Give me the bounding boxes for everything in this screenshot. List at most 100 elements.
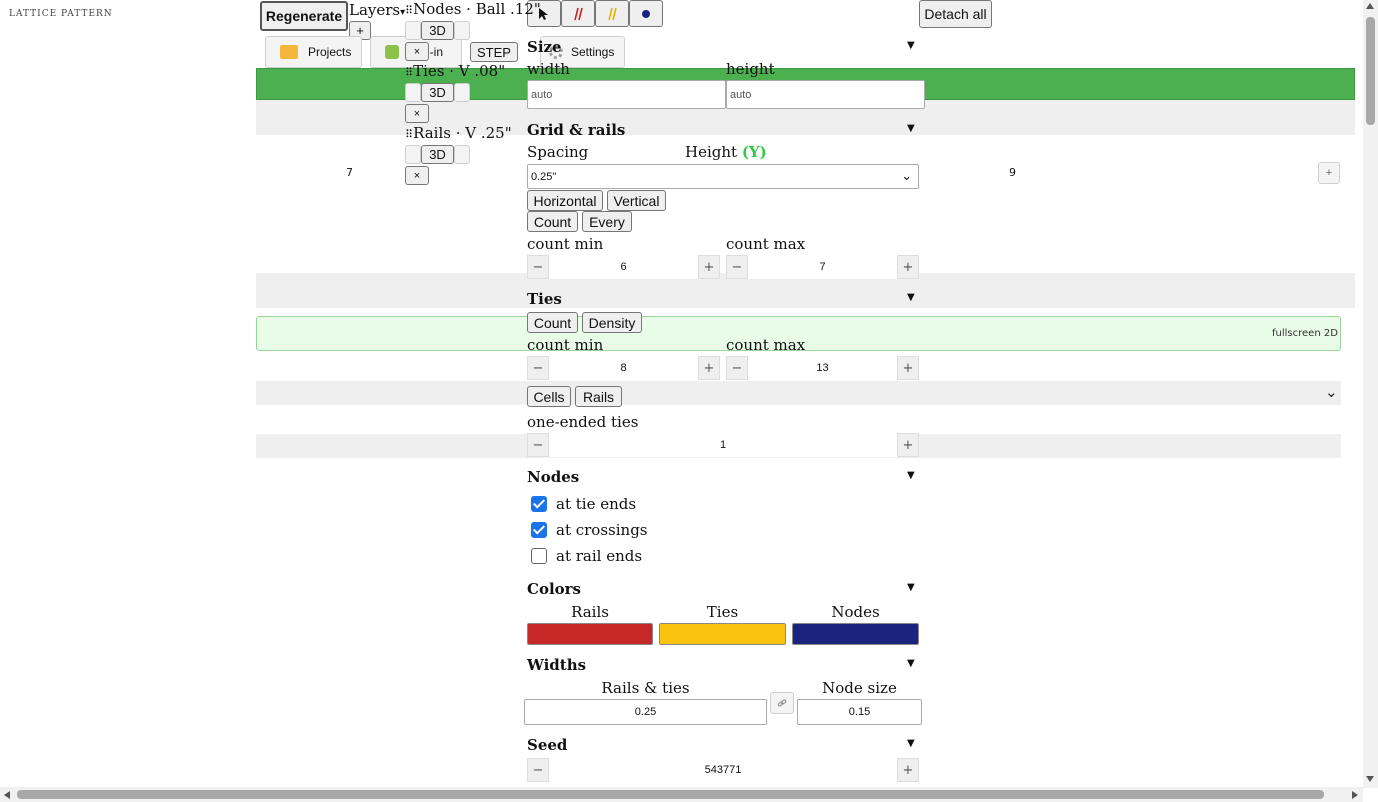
tie-tool-button[interactable]: [595, 0, 629, 27]
stepper-value[interactable]: 6: [549, 255, 698, 279]
at-tie-ends-label[interactable]: at tie ends: [556, 495, 636, 513]
projects-button[interactable]: Projects: [265, 36, 362, 68]
rails-count-max-stepper[interactable]: − 7 +: [726, 255, 919, 279]
size-section-title[interactable]: Size: [527, 38, 562, 56]
height-input[interactable]: auto: [726, 80, 925, 109]
cells-button[interactable]: Cells: [527, 386, 571, 407]
seed-collapse-icon[interactable]: ▼: [907, 738, 915, 749]
step-button[interactable]: STEP: [470, 42, 518, 62]
vertical-button[interactable]: Vertical: [607, 190, 666, 211]
layer-3d-button[interactable]: 3D: [421, 21, 454, 40]
view-select-chevron[interactable]: ⌄: [1325, 383, 1338, 401]
ties-count-button[interactable]: Count: [527, 312, 578, 333]
vertical-scrollbar[interactable]: [1363, 0, 1378, 788]
spacing-select[interactable]: 0.25" ⌄: [527, 164, 919, 189]
scroll-down-arrow[interactable]: [1366, 776, 1374, 782]
grid-collapse-icon[interactable]: ▼: [907, 123, 915, 134]
increment-button[interactable]: +: [698, 356, 720, 380]
at-crossings-checkbox[interactable]: [531, 522, 547, 538]
grid-section-title[interactable]: Grid & rails: [527, 121, 625, 139]
nodes-color-swatch[interactable]: [792, 623, 919, 645]
at-tie-ends-checkbox[interactable]: [531, 496, 547, 512]
layer-item-ties[interactable]: ⠿Ties · V .08": [405, 62, 505, 80]
decrement-button[interactable]: −: [726, 255, 748, 279]
rail-tool-button[interactable]: [561, 0, 595, 27]
decrement-button[interactable]: −: [527, 758, 549, 782]
rails-button[interactable]: Rails: [575, 386, 622, 407]
increment-button[interactable]: +: [897, 758, 919, 782]
vertical-scroll-thumb[interactable]: [1366, 17, 1375, 125]
colors-collapse-icon[interactable]: ▼: [907, 582, 915, 593]
ties-section-title[interactable]: Ties: [527, 290, 562, 308]
node-tool-button[interactable]: [629, 0, 663, 27]
rails-count-min-stepper[interactable]: − 6 +: [527, 255, 720, 279]
ties-density-button[interactable]: Density: [582, 312, 642, 333]
stepper-value[interactable]: 8: [549, 356, 698, 380]
horizontal-scrollbar[interactable]: [0, 787, 1363, 802]
ties-count-max-stepper[interactable]: − 13 +: [726, 356, 919, 380]
layer-visibility-toggle[interactable]: [405, 83, 421, 102]
layer-item-nodes[interactable]: ⠿Nodes · Ball .12": [405, 0, 541, 18]
rails-ties-width-input[interactable]: 0.25: [524, 699, 767, 725]
widths-section-title[interactable]: Widths: [527, 656, 586, 674]
drag-handle-icon[interactable]: ⠿: [405, 4, 413, 17]
increment-button[interactable]: +: [897, 433, 919, 457]
layers-menu[interactable]: Layers▾: [349, 1, 405, 19]
increment-button[interactable]: +: [698, 255, 720, 279]
nodes-collapse-icon[interactable]: ▼: [907, 470, 915, 481]
stepper-value[interactable]: 7: [748, 255, 897, 279]
count-mode-button[interactable]: Count: [527, 211, 578, 232]
layer-name: Nodes · Ball .12": [413, 0, 541, 18]
every-mode-button[interactable]: Every: [582, 211, 632, 232]
horizontal-scroll-thumb[interactable]: [17, 790, 1324, 799]
scroll-right-arrow[interactable]: [1352, 791, 1358, 799]
horizontal-button[interactable]: Horizontal: [527, 190, 603, 211]
decrement-button[interactable]: −: [527, 255, 549, 279]
layer-remove-button[interactable]: ×: [405, 166, 429, 185]
at-crossings-label[interactable]: at crossings: [556, 521, 648, 539]
height-label: height: [726, 60, 775, 78]
fullscreen-2d-button[interactable]: fullscreen 2D: [1272, 328, 1338, 339]
ties-count-min-stepper[interactable]: − 8 +: [527, 356, 720, 380]
size-collapse-icon[interactable]: ▼: [907, 40, 915, 51]
width-input[interactable]: auto: [527, 80, 726, 109]
drag-handle-icon[interactable]: ⠿: [405, 66, 413, 79]
layer-visibility-toggle[interactable]: [405, 21, 421, 40]
layer-lock-toggle[interactable]: [454, 145, 470, 164]
scroll-up-arrow[interactable]: [1366, 3, 1374, 9]
colors-section-title[interactable]: Colors: [527, 580, 581, 598]
seed-section-title[interactable]: Seed: [527, 736, 567, 754]
scroll-left-arrow[interactable]: [4, 791, 10, 799]
ties-color-swatch[interactable]: [659, 623, 786, 645]
layer-item-rails[interactable]: ⠿Rails · V .25": [405, 124, 512, 142]
at-rail-ends-checkbox[interactable]: [531, 548, 547, 564]
decrement-button[interactable]: −: [527, 433, 549, 457]
layer-remove-button[interactable]: ×: [405, 104, 429, 123]
layer-visibility-toggle[interactable]: [405, 145, 421, 164]
stepper-value[interactable]: 13: [748, 356, 897, 380]
drag-handle-icon[interactable]: ⠿: [405, 128, 413, 141]
detach-all-button[interactable]: Detach all: [919, 0, 992, 28]
decrement-button[interactable]: −: [527, 356, 549, 380]
decrement-button[interactable]: −: [726, 356, 748, 380]
increment-button[interactable]: +: [897, 356, 919, 380]
layer-3d-button[interactable]: 3D: [421, 145, 454, 164]
layer-3d-button[interactable]: 3D: [421, 83, 454, 102]
layer-lock-toggle[interactable]: [454, 21, 470, 40]
at-rail-ends-label[interactable]: at rail ends: [556, 547, 642, 565]
stepper-value[interactable]: 543771: [549, 758, 897, 782]
layer-lock-toggle[interactable]: [454, 83, 470, 102]
link-widths-button[interactable]: [770, 692, 794, 714]
node-size-input[interactable]: 0.15: [797, 699, 922, 725]
one-ended-ties-stepper[interactable]: − 1 +: [527, 433, 919, 457]
ties-collapse-icon[interactable]: ▼: [907, 292, 915, 303]
seed-stepper[interactable]: − 543771 +: [527, 758, 919, 782]
rails-color-swatch[interactable]: [527, 623, 653, 645]
widths-collapse-icon[interactable]: ▼: [907, 658, 915, 669]
canvas-right-plus-button[interactable]: +: [1318, 162, 1340, 184]
stepper-value[interactable]: 1: [549, 433, 897, 457]
layer-remove-button[interactable]: ×: [405, 42, 429, 61]
nodes-section-title[interactable]: Nodes: [527, 468, 579, 486]
increment-button[interactable]: +: [897, 255, 919, 279]
regenerate-button[interactable]: Regenerate: [260, 1, 348, 31]
